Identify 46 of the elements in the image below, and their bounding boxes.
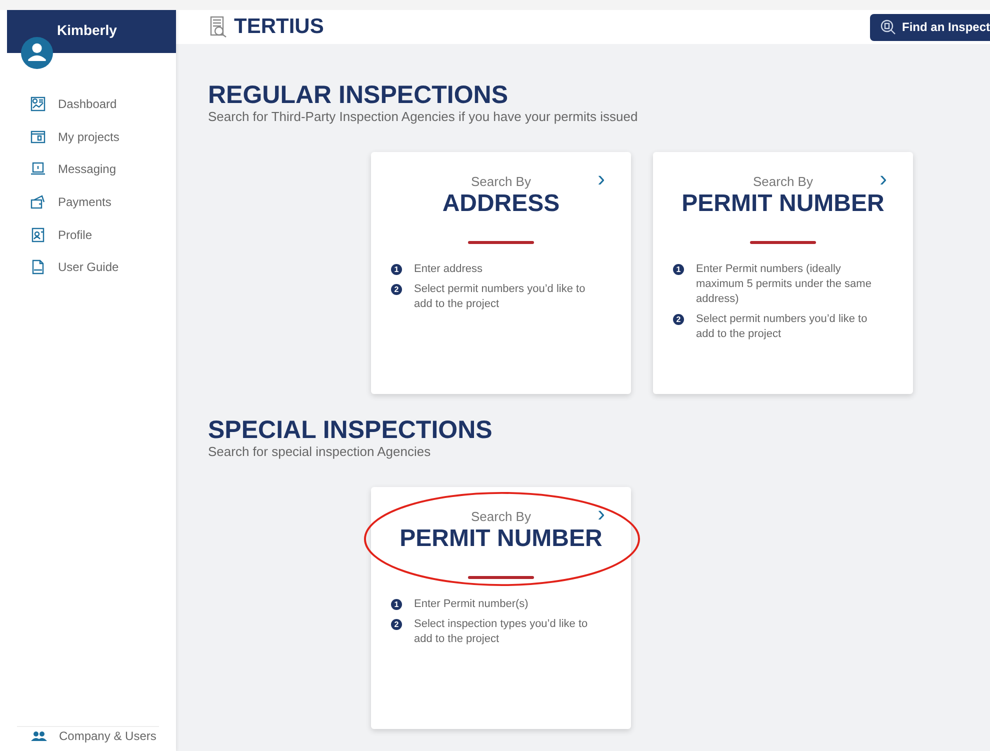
sidebar-item[interactable]: User Guide — [0, 250, 176, 284]
sidebar-item[interactable]: Profile — [0, 218, 176, 251]
step-number: 2 — [391, 619, 402, 630]
wallet-icon — [30, 194, 46, 210]
search-option-card[interactable]: Search By › PERMIT NUMBER 1 Enter Permit numbers (ideally maximum 5 permits under the same address) 2 Select permit numbers you’d like to add to the project — [653, 152, 913, 394]
sidebar-item[interactable]: Messaging — [0, 153, 176, 186]
dashboard-icon — [30, 96, 46, 112]
step-number: 1 — [673, 264, 684, 275]
section-title: REGULAR INSPECTIONS — [208, 81, 510, 109]
card-heading: PERMIT NUMBER — [400, 524, 602, 554]
step-number: 2 — [391, 284, 402, 295]
step-number: 1 — [391, 599, 402, 610]
step-text: Enter Permit numbers (ideally maximum 5 permits under the same address) — [696, 262, 872, 307]
step-text: Enter address — [414, 262, 482, 277]
step-number: 1 — [391, 264, 402, 275]
pdf-file-icon — [30, 259, 46, 276]
step-text: Select inspection types you’d like to add to the project — [414, 617, 589, 647]
section-title: SPECIAL INSPECTIONS — [208, 416, 494, 444]
step-text: Select permit numbers you’d like to add to the project — [696, 312, 868, 342]
step-text: Select permit numbers you’d like to add to the project — [414, 282, 586, 312]
section-subtitle: Search for special inspection Agencies — [208, 444, 432, 459]
logo-text: TERTIUS — [234, 15, 324, 39]
search-option-card[interactable]: Search By › ADDRESS 1 Enter address 2 Select permit numbers you’d like to add to the project — [371, 152, 631, 394]
sidebar-item[interactable]: Dashboard — [0, 88, 176, 121]
card-kicker: Search By — [753, 174, 813, 189]
sidebar-item[interactable]: Company & Users — [17, 729, 159, 751]
sidebar-item[interactable]: Payments — [0, 186, 176, 218]
section-subtitle: Search for Third-Party Inspection Agencies if you have your permits issued — [208, 109, 639, 124]
user-name: Kimberly — [57, 22, 117, 38]
chevron-icon[interactable]: › — [598, 168, 605, 190]
search-icon — [880, 19, 896, 35]
laptop-icon — [30, 161, 46, 178]
card-heading: PERMIT NUMBER — [682, 189, 884, 219]
card-kicker: Search By — [471, 509, 531, 524]
find-inspector-button[interactable]: Find an Inspect — [870, 14, 990, 40]
avatar-icon — [21, 37, 53, 69]
card-kicker: Search By — [471, 174, 531, 189]
window-icon — [30, 128, 46, 145]
step-number: 2 — [673, 314, 684, 325]
sidebar-item[interactable]: My projects — [0, 120, 176, 154]
building-magnifier-icon — [208, 16, 228, 38]
chevron-icon[interactable]: › — [880, 168, 887, 190]
card-heading: ADDRESS — [442, 189, 560, 219]
chevron-icon[interactable]: › — [598, 503, 605, 525]
step-text: Enter Permit number(s) — [414, 597, 528, 612]
profile-icon — [30, 226, 46, 243]
